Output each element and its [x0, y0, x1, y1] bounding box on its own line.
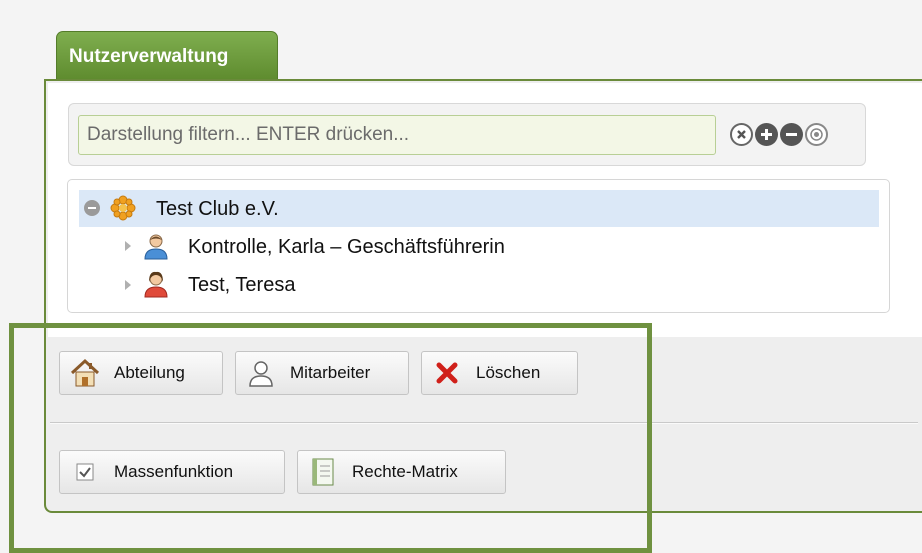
- highlight-frame: [9, 323, 652, 553]
- tree-root-label[interactable]: Test Club e.V.: [156, 198, 279, 221]
- tab-nutzerverwaltung[interactable]: Nutzerverwaltung: [56, 31, 278, 79]
- tree-child-label[interactable]: Kontrolle, Karla – Geschäftsführerin: [188, 236, 505, 259]
- filter-input[interactable]: [78, 115, 716, 155]
- collapse-node-icon[interactable]: [84, 200, 100, 216]
- user-male-icon: [142, 232, 170, 265]
- club-icon: [110, 195, 136, 226]
- target-icon[interactable]: [805, 123, 828, 146]
- expand-node-icon[interactable]: [125, 280, 131, 290]
- tree-child-label[interactable]: Test, Teresa: [188, 274, 295, 297]
- expand-node-icon[interactable]: [125, 241, 131, 251]
- collapse-all-icon[interactable]: [780, 123, 803, 146]
- expand-all-icon[interactable]: [755, 123, 778, 146]
- clear-filter-icon[interactable]: [730, 123, 753, 146]
- user-female-icon: [142, 270, 170, 303]
